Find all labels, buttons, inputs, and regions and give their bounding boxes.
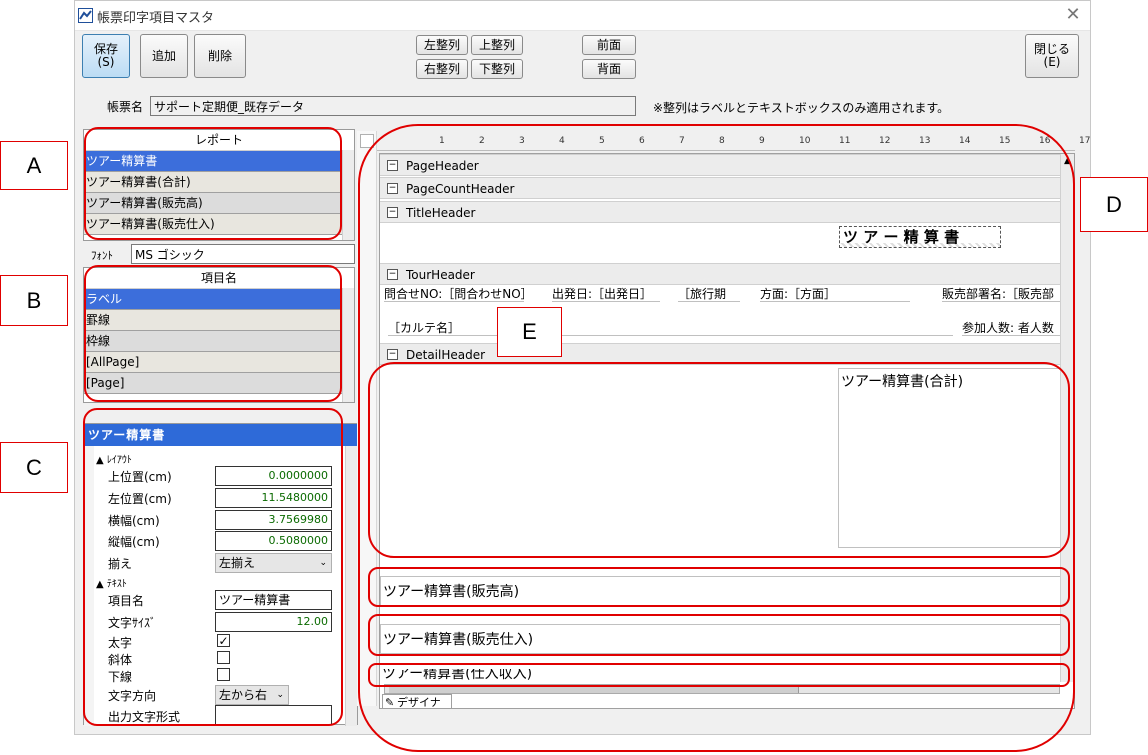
alignment-note: ※整列はラベルとテキストボックスのみ適用されます。 xyxy=(653,101,950,115)
align-left-button[interactable]: 左整列 xyxy=(416,35,468,55)
annotation-box-a xyxy=(84,127,342,240)
report-scrollbar[interactable] xyxy=(342,150,354,240)
annotation-box-e-cut xyxy=(368,663,1070,687)
close-button[interactable]: 閉じる (E) xyxy=(1025,34,1079,78)
bring-front-button[interactable]: 前面 xyxy=(582,35,636,55)
font-field[interactable]: MS ゴシック xyxy=(131,244,355,264)
title-bar: 帳票印字項目マスタ ✕ xyxy=(75,1,1090,31)
annotation-label-a: A xyxy=(0,141,68,190)
annotation-box-e-detail xyxy=(368,362,1070,558)
annotation-label-e: E xyxy=(497,307,562,357)
window-title: 帳票印字項目マスタ xyxy=(97,11,215,26)
align-bottom-button[interactable]: 下整列 xyxy=(471,59,523,79)
annotation-label-d: D xyxy=(1080,177,1148,232)
annotation-box-c xyxy=(83,408,343,726)
window-close-icon[interactable]: ✕ xyxy=(1062,4,1084,26)
annotation-label-c: C xyxy=(0,442,68,493)
annotation-box-e-purchase xyxy=(368,614,1070,656)
app-icon xyxy=(78,8,93,23)
annotation-box-e-sales xyxy=(368,567,1070,607)
delete-button[interactable]: 削除 xyxy=(194,34,246,78)
align-top-button[interactable]: 上整列 xyxy=(471,35,523,55)
property-scrollbar[interactable] xyxy=(345,446,357,726)
font-label: ﾌｫﾝﾄ xyxy=(91,249,113,262)
item-scrollbar[interactable] xyxy=(342,288,354,402)
ruler-number: 17 xyxy=(1079,136,1091,146)
form-name-label: 帳票名 xyxy=(107,100,144,114)
form-name-field[interactable]: サポート定期便_既存データ xyxy=(150,96,636,116)
annotation-label-b: B xyxy=(0,275,68,326)
align-right-button[interactable]: 右整列 xyxy=(416,59,468,79)
send-back-button[interactable]: 背面 xyxy=(582,59,636,79)
save-button[interactable]: 保存 (S) xyxy=(82,34,130,78)
add-button[interactable]: 追加 xyxy=(140,34,188,78)
annotation-box-b xyxy=(84,265,342,402)
